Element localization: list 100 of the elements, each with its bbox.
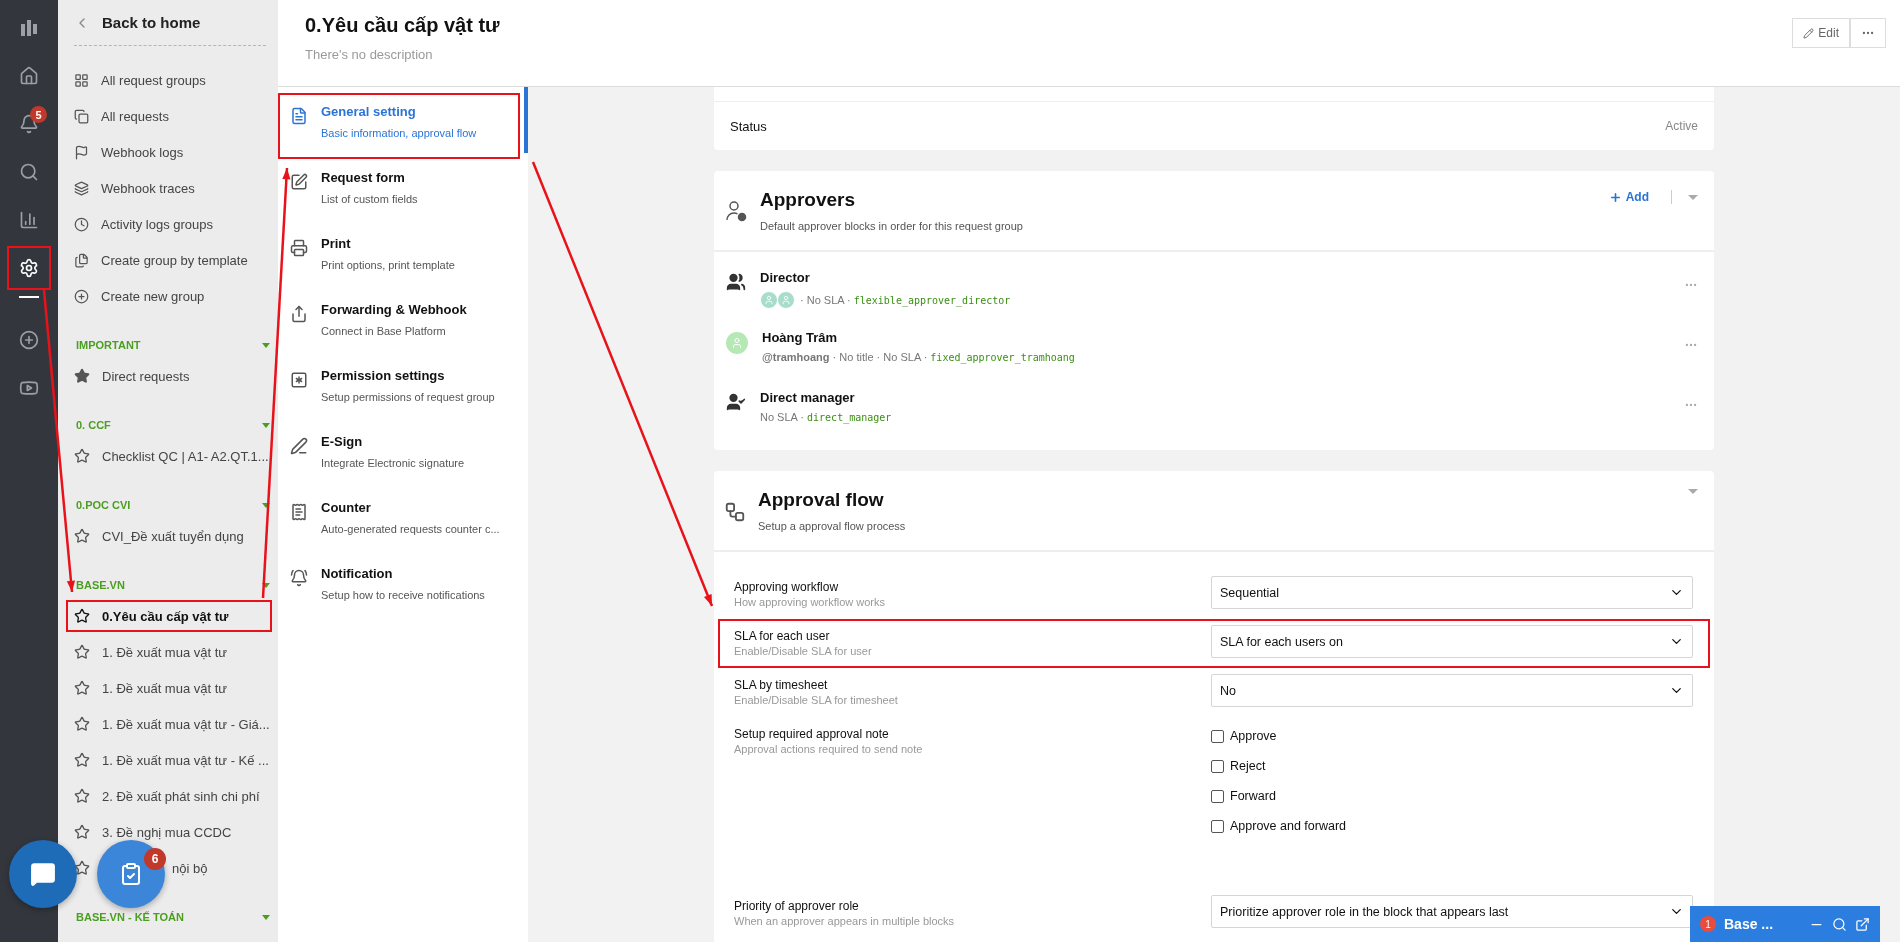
star-icon[interactable] xyxy=(74,680,90,696)
select-field[interactable]: SLA for each users on xyxy=(1211,625,1693,658)
card-title: Approval flow xyxy=(758,489,885,511)
avatar xyxy=(726,332,748,354)
setting-hint: Enable/Disable SLA for timesheet xyxy=(734,694,899,706)
rail-button[interactable]: 5 xyxy=(9,104,49,144)
user-check-icon xyxy=(724,199,748,223)
signature-icon xyxy=(290,437,308,455)
back-link[interactable]: Back to home xyxy=(74,0,266,46)
select-field[interactable]: Prioritize approver role in the block that appears last xyxy=(1211,895,1693,928)
sidebar-item[interactable]: All request groups xyxy=(58,66,270,94)
approver-meta: · No title · No SLA · xyxy=(832,351,928,363)
star-icon[interactable] xyxy=(74,860,90,876)
star-icon[interactable] xyxy=(74,528,90,544)
approver-code: flexible_approver_director xyxy=(853,294,1011,306)
group-title: IMPORTANT xyxy=(76,339,141,351)
approver-name: Director xyxy=(760,270,811,285)
bell-icon xyxy=(290,569,308,587)
select-field[interactable]: Sequential xyxy=(1211,576,1693,609)
search-icon xyxy=(19,162,39,182)
flag-icon xyxy=(74,144,89,160)
clipboard-icon xyxy=(119,862,143,886)
files-icon xyxy=(74,252,89,268)
external-link-icon[interactable] xyxy=(1855,916,1870,932)
checkbox-option[interactable]: Forward xyxy=(1211,789,1693,803)
pencil-icon xyxy=(1803,27,1815,39)
setting-label: Approving workflow xyxy=(734,580,840,594)
checkbox[interactable] xyxy=(1211,819,1224,833)
checkbox[interactable] xyxy=(1211,789,1224,803)
star-icon[interactable] xyxy=(74,752,90,768)
checkbox-option[interactable]: Approve xyxy=(1211,729,1693,743)
checkbox-option[interactable]: Approve and forward xyxy=(1211,819,1693,833)
logo-icon xyxy=(19,18,39,38)
setting-hint: How approving workflow works xyxy=(734,596,886,608)
sidebar-item[interactable]: 1. Đề xuất mua vật tư xyxy=(58,674,270,702)
rail-button[interactable] xyxy=(9,248,49,288)
search-icon[interactable] xyxy=(1832,916,1847,932)
sidebar-item[interactable]: 0.Yêu cầu cấp vật tư xyxy=(68,602,270,630)
sidebar-item[interactable]: Checklist QC | A1- A2.QT.1... xyxy=(58,442,270,470)
sidebar-item[interactable]: CVI_Đề xuất tuyển dụng xyxy=(58,522,270,550)
plus-icon xyxy=(1608,190,1622,204)
sidebar-item[interactable]: 1. Đề xuất mua vật tư - Giá... xyxy=(58,710,270,738)
avatar xyxy=(760,291,778,309)
approver-handle: @tramhoang xyxy=(762,351,830,363)
sidebar-item[interactable]: Webhook traces xyxy=(58,174,270,202)
select-field[interactable]: No xyxy=(1211,674,1693,707)
receipt-icon xyxy=(290,503,308,521)
star-icon[interactable] xyxy=(74,644,90,660)
settings-icon xyxy=(19,258,39,278)
setting-label: Setup required approval note xyxy=(734,727,890,741)
star-icon[interactable] xyxy=(74,716,90,732)
sidebar-item[interactable]: 1. Đề xuất mua vật tư - Kế ... xyxy=(58,746,270,774)
group-title: 0. CCF xyxy=(76,419,111,431)
avatar xyxy=(777,291,795,309)
page-title: 0.Yêu cầu cấp vật tư xyxy=(305,14,500,37)
group-title: BASE.VN - KẾ TOÁN xyxy=(76,911,184,923)
plus-icon xyxy=(74,288,89,304)
add-button[interactable]: Add xyxy=(1602,189,1655,205)
sidebar-item[interactable]: Activity logs groups xyxy=(58,210,270,238)
grid-icon xyxy=(74,72,89,88)
setting-hint: Enable/Disable SLA for user xyxy=(734,645,873,657)
sidebar-item[interactable]: Direct requests xyxy=(58,362,270,390)
setting-label: SLA for each user xyxy=(734,629,831,643)
edit-button[interactable]: Edit xyxy=(1792,18,1850,48)
bar-chart-icon xyxy=(19,210,39,230)
sidebar-item[interactable]: Create group by template xyxy=(58,246,270,274)
checkbox-option[interactable]: Reject xyxy=(1211,759,1693,773)
share-icon xyxy=(290,305,308,323)
setting-label: Priority of approver role xyxy=(734,899,860,913)
star-icon[interactable] xyxy=(74,608,90,624)
clock-icon xyxy=(74,216,89,232)
approver-code: direct_manager xyxy=(807,411,892,423)
caret-icon[interactable] xyxy=(262,582,270,588)
caret-icon[interactable] xyxy=(262,342,270,348)
star-icon[interactable] xyxy=(74,824,90,840)
caret-icon[interactable] xyxy=(262,422,270,428)
widget-title: Base ... xyxy=(1724,916,1775,932)
status-label: Status xyxy=(730,118,767,134)
sidebar-item[interactable]: All requests xyxy=(58,102,270,130)
star-icon[interactable] xyxy=(74,788,90,804)
edit-icon xyxy=(290,173,308,191)
group-title: 0.POC CVI xyxy=(76,499,131,511)
sidebar-item[interactable]: Create new group xyxy=(58,282,270,310)
card-title: Approvers xyxy=(760,189,857,211)
caret-icon[interactable] xyxy=(262,502,270,508)
sidebar-item[interactable]: Webhook logs xyxy=(58,138,270,166)
star-icon[interactable] xyxy=(74,368,90,384)
sidebar-item[interactable]: 2. Đề xuất phát sinh chi phí xyxy=(58,782,270,810)
chat-widget[interactable]: 1 Base ... xyxy=(1690,906,1880,942)
approver-code: fixed_approver_tramhoang xyxy=(930,351,1075,363)
setting-label: SLA by timesheet xyxy=(734,678,829,692)
sidebar-item[interactable]: nội bộ xyxy=(172,860,208,876)
sidebar-item[interactable]: 3. Đề nghị mua CCDC xyxy=(58,818,270,846)
sidebar-item[interactable]: 1. Đề xuất mua vật tư xyxy=(58,638,270,666)
chat-icon xyxy=(30,861,56,887)
checkbox[interactable] xyxy=(1211,729,1224,743)
star-icon[interactable] xyxy=(74,448,90,464)
caret-icon[interactable] xyxy=(262,914,270,920)
checkbox[interactable] xyxy=(1211,759,1224,773)
setting-hint: When an approver appears in multiple blocks xyxy=(734,915,956,927)
